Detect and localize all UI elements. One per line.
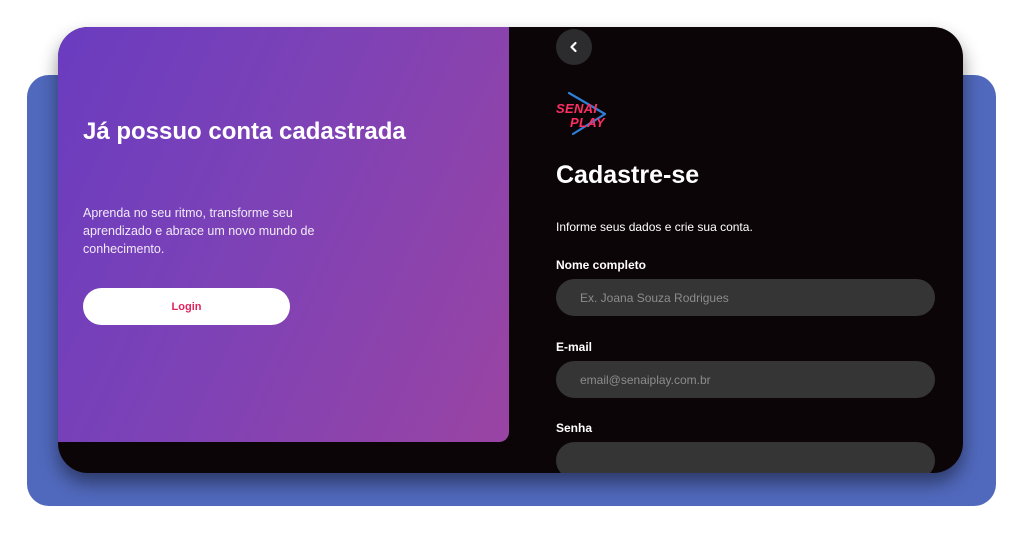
email-label: E-mail	[556, 340, 593, 354]
logo-text-senai: SENAI	[556, 101, 598, 116]
form-subtitle: Informe seus dados e crie sua conta.	[556, 220, 753, 234]
back-button[interactable]	[556, 29, 592, 65]
password-label: Senha	[556, 421, 593, 435]
logo-text-play: PLAY	[570, 115, 605, 130]
login-prompt-panel: Já possuo conta cadastrada Aprenda no se…	[58, 27, 509, 442]
name-label: Nome completo	[556, 258, 647, 272]
login-prompt-title: Já possuo conta cadastrada	[83, 118, 406, 145]
signup-card: Já possuo conta cadastrada Aprenda no se…	[58, 27, 963, 473]
login-button[interactable]: Login	[83, 288, 290, 325]
chevron-left-icon	[570, 41, 577, 53]
name-input[interactable]	[556, 279, 935, 316]
form-title: Cadastre-se	[556, 161, 700, 189]
login-prompt-description: Aprenda no seu ritmo, transforme seu apr…	[83, 206, 315, 256]
email-input[interactable]	[556, 361, 935, 398]
password-input[interactable]	[556, 442, 935, 473]
senai-play-logo: SENAI PLAY	[555, 88, 615, 138]
